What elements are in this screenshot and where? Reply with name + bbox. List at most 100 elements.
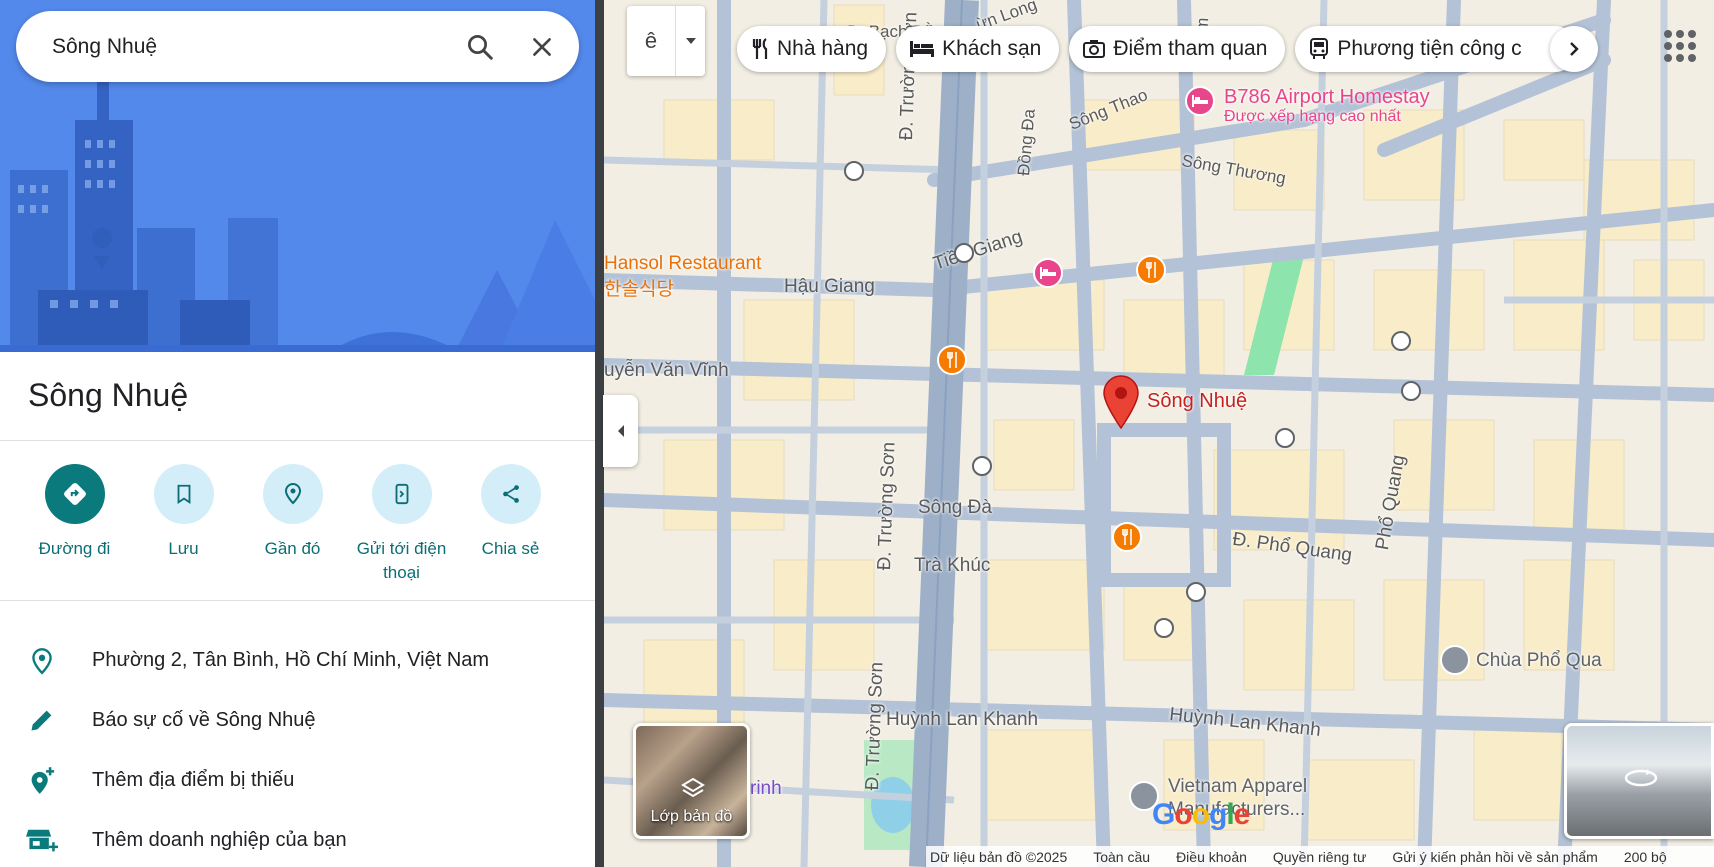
chevron-left-icon — [617, 425, 624, 437]
address-row[interactable]: Phường 2, Tân Bình, Hồ Chí Minh, Việt Na… — [0, 630, 595, 690]
map-type-glyph[interactable]: ê — [627, 6, 675, 76]
collapse-panel-button[interactable] — [603, 395, 638, 467]
search-button[interactable] — [455, 22, 505, 72]
layers-label: Lớp bản đồ — [650, 808, 733, 825]
send-to-phone-button[interactable]: Gửi tới điện thoại — [347, 464, 456, 594]
bus-stop-icon[interactable] — [954, 243, 974, 263]
close-icon — [533, 37, 551, 56]
report-issue-text: Báo sự cố về Sông Nhuệ — [92, 708, 316, 731]
report-issue-row[interactable]: Báo sự cố về Sông Nhuệ — [0, 690, 595, 750]
google-apps-button[interactable] — [1660, 26, 1696, 62]
rotate-360-icon — [1624, 769, 1658, 787]
add-business-icon — [0, 826, 92, 854]
restaurant-marker[interactable] — [1112, 522, 1142, 552]
bus-stop-icon[interactable] — [1391, 331, 1411, 351]
save-circle[interactable] — [153, 464, 214, 524]
hotel-marker[interactable] — [1033, 258, 1063, 288]
transit-icon — [1310, 38, 1329, 59]
scale-bar[interactable]: 200 bộ — [1624, 849, 1667, 865]
search-input[interactable]: Sông Nhuệ — [16, 35, 455, 59]
pencil-icon — [0, 706, 92, 734]
apps-dot — [1676, 30, 1684, 38]
map-base-layer — [604, 0, 1714, 867]
directions-circle[interactable] — [44, 464, 105, 524]
chips-scroll-right-button[interactable] — [1550, 26, 1598, 72]
divider — [0, 600, 595, 601]
apps-dot — [1664, 30, 1672, 38]
bus-stop-icon[interactable] — [1275, 428, 1295, 448]
google-logo-letter: G — [1152, 798, 1175, 831]
fork-knife-icon — [1146, 262, 1156, 278]
maps-app: Sông Nhuệ Sông Nhuệ Đường đi Lưu Gần đó … — [0, 0, 1714, 867]
add-business-text: Thêm doanh nghiệp của bạn — [92, 828, 347, 851]
google-logo-letter: e — [1233, 798, 1251, 831]
search-icon — [468, 34, 493, 60]
place-actions: Đường đi Lưu Gần đó Gửi tới điện thoại C… — [20, 464, 580, 594]
add-missing-place-row[interactable]: Thêm địa điểm bị thiếu — [0, 750, 595, 810]
terms-link[interactable]: Điều khoản — [1176, 849, 1247, 865]
map-footer: Dữ liệu bản đồ ©2025 Toàn cầu Điều khoản… — [926, 846, 1714, 867]
chip-restaurants[interactable]: Nhà hàng — [737, 26, 887, 72]
directions-button[interactable]: Đường đi — [20, 464, 129, 594]
share-button[interactable]: Chia sẻ — [456, 464, 565, 594]
nearby-icon — [284, 483, 301, 505]
apps-dot — [1676, 54, 1684, 62]
bus-stop-icon[interactable] — [1401, 381, 1421, 401]
layers-button[interactable]: Lớp bản đồ — [633, 723, 750, 839]
restaurant-subtitle: 한솔식당 — [604, 279, 674, 300]
chip-label: Phương tiện công c — [1337, 37, 1522, 60]
pagoda-name[interactable]: Chùa Phổ Qua — [1476, 650, 1602, 672]
chip-label: Nhà hàng — [777, 37, 869, 60]
bus-stop-icon[interactable] — [972, 456, 992, 476]
apparel-name-line1[interactable]: Vietnam Apparel — [1168, 776, 1307, 798]
location-pin-icon — [0, 645, 92, 675]
address-text: Phường 2, Tân Bình, Hồ Chí Minh, Việt Na… — [92, 648, 490, 671]
pagoda-marker[interactable] — [1440, 645, 1470, 675]
restaurant-name[interactable]: Hansol Restaurant — [604, 253, 761, 275]
save-button[interactable]: Lưu — [129, 464, 238, 594]
bus-stop-icon[interactable] — [1154, 618, 1174, 638]
restaurant-marker[interactable] — [1136, 255, 1166, 285]
street-view-thumbnail[interactable] — [1564, 723, 1714, 839]
restaurant-marker[interactable] — [937, 345, 967, 375]
clear-search-button[interactable] — [517, 22, 567, 72]
nearby-circle[interactable] — [262, 464, 323, 524]
street-label: Đ. Trường Sơn — [874, 441, 900, 571]
save-label: Lưu — [168, 539, 199, 558]
map-data-copyright[interactable]: Dữ liệu bản đồ ©2025 — [930, 849, 1067, 865]
street-label: Đ. Trường Sơn — [862, 661, 888, 791]
place-info-list: Phường 2, Tân Bình, Hồ Chí Minh, Việt Na… — [0, 630, 595, 867]
send-to-phone-icon — [395, 483, 408, 505]
search-box[interactable]: Sông Nhuệ — [16, 11, 579, 82]
privacy-link[interactable]: Quyền riêng tư — [1273, 849, 1366, 865]
feedback-link[interactable]: Gửi ý kiến phản hồi về sản phẩm — [1392, 849, 1598, 865]
hotel-marker[interactable] — [1185, 86, 1215, 116]
google-logo-letter: l — [1226, 798, 1234, 831]
apps-dot — [1664, 54, 1672, 62]
street-label: rinh — [750, 778, 782, 799]
map-canvas[interactable]: Đ. Trường Sơn Đ. Trường Sơn Đ. Trường Sơ… — [604, 0, 1714, 867]
map-type-toggle[interactable]: ê — [627, 6, 705, 76]
place-title: Sông Nhuệ — [28, 377, 189, 413]
bus-stop-icon[interactable] — [1186, 582, 1206, 602]
global-link[interactable]: Toàn cầu — [1093, 849, 1150, 865]
send-to-phone-circle[interactable] — [371, 464, 432, 524]
selected-place-pin[interactable] — [1101, 374, 1141, 430]
apps-dot — [1688, 42, 1696, 50]
directions-icon — [63, 483, 86, 505]
hotel-name[interactable]: B786 Airport Homestay — [1224, 86, 1430, 109]
selected-place-label[interactable]: Sông Nhuệ — [1147, 390, 1247, 413]
chip-transit[interactable]: Phương tiện công c — [1295, 26, 1579, 72]
share-icon — [502, 485, 519, 503]
category-chips: Nhà hàng Khách sạn Điểm tham quan Phương… — [737, 26, 1579, 72]
map-type-dropdown[interactable] — [675, 6, 705, 76]
chip-hotels[interactable]: Khách sạn — [896, 26, 1060, 72]
nearby-button[interactable]: Gần đó — [238, 464, 347, 594]
bus-stop-icon[interactable] — [844, 161, 864, 181]
share-circle[interactable] — [480, 464, 541, 524]
chip-attractions[interactable]: Điểm tham quan — [1069, 26, 1286, 72]
fork-knife-icon — [1122, 529, 1132, 545]
add-business-row[interactable]: Thêm doanh nghiệp của bạn — [0, 810, 595, 867]
chip-label: Điểm tham quan — [1113, 37, 1268, 60]
google-logo: Google — [1152, 798, 1251, 832]
